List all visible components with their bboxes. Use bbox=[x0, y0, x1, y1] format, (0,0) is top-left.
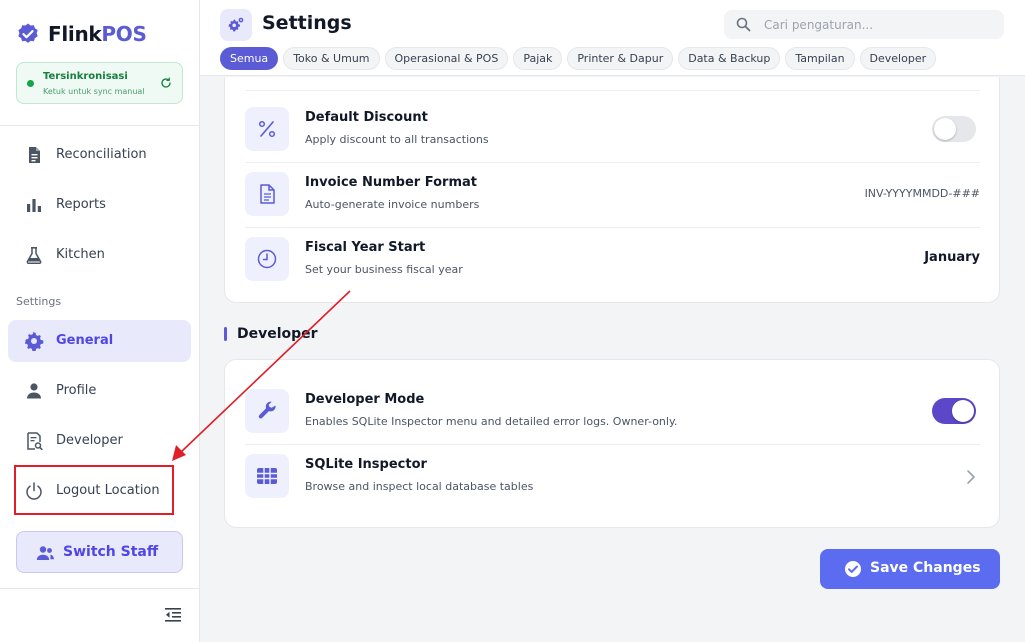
document-icon bbox=[29, 147, 40, 163]
sidebar-item-reconciliation[interactable]: Reconciliation bbox=[8, 134, 191, 176]
refresh-icon[interactable] bbox=[160, 77, 172, 89]
search-input[interactable] bbox=[764, 14, 994, 35]
setting-description: Auto-generate invoice numbers bbox=[305, 198, 480, 211]
check-circle-icon bbox=[845, 561, 861, 577]
search-icon bbox=[736, 17, 751, 32]
user-icon bbox=[27, 383, 41, 399]
clock-icon bbox=[257, 249, 277, 269]
developer-section-heading: Developer bbox=[224, 326, 318, 342]
flask-icon bbox=[26, 247, 42, 265]
chevron-right-icon[interactable] bbox=[966, 469, 976, 485]
switch-staff-label: Switch Staff bbox=[63, 544, 159, 560]
tab-developer[interactable]: Developer bbox=[859, 47, 937, 70]
sidebar-item-developer[interactable]: Developer bbox=[8, 420, 191, 462]
row-icon bbox=[245, 237, 289, 281]
sidebar-item-label: Kitchen bbox=[56, 247, 105, 262]
sidebar-item-general[interactable]: General bbox=[8, 320, 191, 362]
invoice-format-value: INV-YYYYMMDD-### bbox=[864, 187, 980, 200]
setting-row-sqlite-inspector[interactable]: SQLite Inspector Browse and inspect loca… bbox=[245, 445, 980, 509]
table-icon bbox=[257, 468, 277, 484]
section-accent-bar bbox=[224, 327, 227, 341]
row-icon bbox=[245, 454, 289, 498]
setting-row-default-discount: Default Discount Apply discount to all t… bbox=[245, 98, 980, 162]
annotation-highlight-box bbox=[14, 465, 174, 515]
setting-title: Developer Mode bbox=[305, 392, 425, 407]
developer-settings-card: Developer Mode Enables SQLite Inspector … bbox=[224, 359, 1000, 528]
setting-row-fiscal-year-start[interactable]: Fiscal Year Start Set your business fisc… bbox=[245, 228, 980, 292]
wrench-icon bbox=[258, 401, 276, 419]
tab-printer-dapur[interactable]: Printer & Dapur bbox=[567, 47, 674, 70]
switch-staff-button[interactable]: Switch Staff bbox=[16, 531, 183, 573]
code-search-icon bbox=[27, 432, 43, 451]
sidebar-footer-divider bbox=[0, 588, 199, 589]
default-discount-toggle[interactable] bbox=[932, 116, 976, 142]
category-tabs: Semua Toko & Umum Operasional & POS Paja… bbox=[220, 47, 937, 70]
sync-status-card[interactable]: Tersinkronisasi Ketuk untuk sync manual bbox=[16, 62, 183, 104]
sidebar-item-label: Reconciliation bbox=[56, 147, 147, 162]
sidebar-item-label: Profile bbox=[56, 383, 97, 398]
setting-title: Default Discount bbox=[305, 110, 428, 125]
brand[interactable]: FlinkPOS bbox=[16, 22, 147, 46]
settings-section-label: Settings bbox=[16, 295, 62, 308]
row-icon bbox=[245, 389, 289, 433]
gear-icon bbox=[24, 331, 44, 351]
row-icon bbox=[245, 172, 289, 216]
setting-description: Set your business fiscal year bbox=[305, 263, 463, 276]
setting-row-developer-mode: Developer Mode Enables SQLite Inspector … bbox=[245, 380, 980, 444]
settings-header-icon bbox=[220, 9, 252, 41]
save-changes-label: Save Changes bbox=[870, 560, 981, 576]
sidebar: FlinkPOS Tersinkronisasi Ketuk untuk syn… bbox=[0, 0, 200, 642]
collapse-sidebar-icon[interactable] bbox=[163, 605, 183, 625]
toggle-knob bbox=[934, 118, 956, 140]
users-icon bbox=[36, 546, 54, 560]
sidebar-item-label: Reports bbox=[56, 197, 106, 212]
tab-data-backup[interactable]: Data & Backup bbox=[678, 47, 781, 70]
gears-icon bbox=[228, 17, 244, 32]
developer-mode-toggle[interactable] bbox=[932, 398, 976, 424]
settings-content[interactable]: Default Discount Apply discount to all t… bbox=[200, 77, 1025, 642]
sync-status-subtitle: Ketuk untuk sync manual bbox=[43, 87, 145, 96]
page-title: Settings bbox=[262, 12, 352, 34]
sidebar-item-kitchen[interactable]: Kitchen bbox=[8, 234, 191, 276]
general-settings-card: Default Discount Apply discount to all t… bbox=[224, 77, 1000, 303]
settings-header: Settings Semua Toko & Umum Operasional &… bbox=[200, 0, 1025, 76]
save-changes-button[interactable]: Save Changes bbox=[820, 549, 1000, 589]
sidebar-item-reports[interactable]: Reports bbox=[8, 184, 191, 226]
row-icon bbox=[245, 107, 289, 151]
settings-search[interactable] bbox=[724, 10, 1004, 39]
setting-description: Browse and inspect local database tables bbox=[305, 480, 534, 493]
brand-name: FlinkPOS bbox=[48, 22, 147, 46]
setting-row-invoice-number-format[interactable]: Invoice Number Format Auto-generate invo… bbox=[245, 163, 980, 227]
setting-title: Fiscal Year Start bbox=[305, 240, 426, 255]
section-title: Developer bbox=[237, 326, 318, 342]
tab-tampilan[interactable]: Tampilan bbox=[785, 47, 855, 70]
setting-title: Invoice Number Format bbox=[305, 175, 477, 190]
percent-icon bbox=[258, 120, 276, 138]
sync-status-dot bbox=[27, 80, 34, 87]
setting-description: Enables SQLite Inspector menu and detail… bbox=[305, 415, 678, 428]
sidebar-item-profile[interactable]: Profile bbox=[8, 370, 191, 412]
fiscal-year-value: January bbox=[924, 250, 980, 265]
file-icon bbox=[260, 184, 275, 204]
tab-operasional-pos[interactable]: Operasional & POS bbox=[384, 47, 509, 70]
row-divider bbox=[245, 90, 980, 91]
setting-title: SQLite Inspector bbox=[305, 457, 427, 472]
tab-toko-umum[interactable]: Toko & Umum bbox=[283, 47, 380, 70]
tab-pajak[interactable]: Pajak bbox=[513, 47, 563, 70]
setting-description: Apply discount to all transactions bbox=[305, 133, 489, 146]
brand-badge-icon bbox=[18, 23, 38, 43]
sync-status-title: Tersinkronisasi bbox=[43, 71, 128, 82]
tab-semua[interactable]: Semua bbox=[220, 47, 279, 70]
toggle-knob bbox=[952, 400, 974, 422]
sidebar-divider bbox=[0, 125, 199, 126]
sidebar-item-label: General bbox=[56, 333, 114, 348]
sidebar-item-label: Developer bbox=[56, 433, 123, 448]
bar-chart-icon bbox=[27, 199, 41, 212]
